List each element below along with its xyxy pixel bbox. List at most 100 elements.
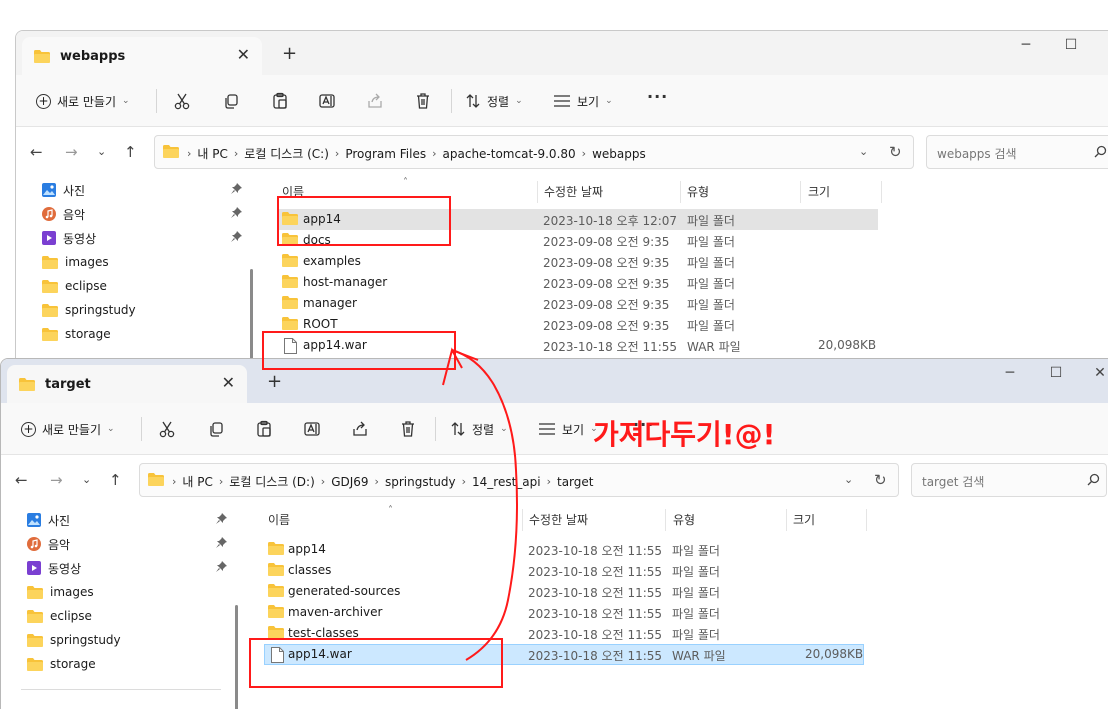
table-row[interactable]: test-classes 2023-10-18 오전 11:55 파일 폴더 — [264, 623, 864, 644]
minimize-button[interactable]: ─ — [995, 365, 1025, 381]
recent-locations-chevron-icon[interactable]: ⌄ — [82, 473, 91, 486]
search-box[interactable]: target 검색 — [911, 463, 1107, 497]
paste-icon[interactable] — [253, 418, 275, 440]
table-row[interactable]: maven-archiver 2023-10-18 오전 11:55 파일 폴더 — [264, 602, 864, 623]
sidebar-item-videos[interactable]: 동영상 — [27, 557, 227, 579]
column-header-size[interactable]: 크기 — [793, 511, 815, 528]
table-row[interactable]: generated-sources 2023-10-18 오전 11:55 파일… — [264, 581, 864, 602]
sidebar-item-music[interactable]: 음악 — [27, 533, 227, 555]
table-row[interactable]: host-manager 2023-09-08 오전 9:35 파일 폴더 — [278, 272, 878, 293]
maximize-button[interactable]: ☐ — [1056, 37, 1086, 53]
delete-icon[interactable] — [397, 418, 419, 440]
close-tab-icon[interactable]: ✕ — [237, 45, 250, 64]
refresh-icon[interactable]: ↻ — [874, 471, 887, 489]
column-header-date[interactable]: 수정한 날짜 — [529, 511, 588, 528]
table-row[interactable]: app14 2023-10-18 오후 12:07 파일 폴더 — [278, 209, 878, 230]
share-icon[interactable] — [349, 418, 371, 440]
cut-icon[interactable] — [156, 418, 178, 440]
table-row[interactable]: ROOT 2023-09-08 오전 9:35 파일 폴더 — [278, 314, 878, 335]
sidebar-item-eclipse[interactable]: eclipse — [27, 605, 227, 627]
breadcrumb-item[interactable]: 14_rest_api — [472, 475, 541, 489]
sidebar-item-storage[interactable]: storage — [42, 323, 242, 345]
column-header-date[interactable]: 수정한 날짜 — [544, 183, 603, 200]
forward-arrow-icon[interactable]: → — [50, 471, 63, 489]
tab-target[interactable]: target ✕ — [7, 365, 247, 403]
sort-button[interactable]: 정렬 ⌄ — [465, 89, 523, 113]
table-row[interactable]: docs 2023-09-08 오전 9:35 파일 폴더 — [278, 230, 878, 251]
sidebar-item-photos[interactable]: 사진 — [27, 509, 227, 531]
view-button[interactable]: 보기 ⌄ — [538, 417, 598, 441]
rename-icon[interactable] — [316, 90, 338, 112]
new-tab-button[interactable]: + — [282, 43, 297, 64]
sidebar-item-images[interactable]: images — [27, 581, 227, 603]
breadcrumb-item[interactable]: target — [557, 475, 594, 489]
view-button[interactable]: 보기 ⌄ — [553, 89, 613, 113]
column-header-name[interactable]: 이름 — [268, 511, 290, 528]
sidebar-item-springstudy[interactable]: springstudy — [27, 629, 227, 651]
address-history-chevron-icon[interactable]: ⌄ — [844, 473, 853, 486]
sidebar-item-music[interactable]: 음악 — [42, 203, 242, 225]
file-date: 2023-10-18 오후 12:07 — [543, 214, 678, 228]
column-header-size[interactable]: 크기 — [808, 183, 830, 200]
recent-locations-chevron-icon[interactable]: ⌄ — [97, 145, 106, 158]
breadcrumb-item[interactable]: GDJ69 — [331, 475, 368, 489]
file-name: app14.war — [303, 338, 367, 352]
column-header-type[interactable]: 유형 — [687, 183, 709, 200]
breadcrumb-item[interactable]: 내 PC — [197, 145, 227, 162]
sidebar-item-storage[interactable]: storage — [27, 653, 227, 675]
breadcrumb-item[interactable]: 로컬 디스크 (D:) — [229, 473, 314, 490]
close-window-button[interactable]: ✕ — [1085, 365, 1108, 381]
address-history-chevron-icon[interactable]: ⌄ — [859, 145, 868, 158]
sidebar-item-images[interactable]: images — [42, 251, 242, 273]
file-type: 파일 폴더 — [687, 214, 735, 228]
new-button[interactable]: + 새로 만들기 ⌄ — [36, 89, 130, 113]
table-row[interactable]: examples 2023-09-08 오전 9:35 파일 폴더 — [278, 251, 878, 272]
paste-icon[interactable] — [269, 90, 291, 112]
breadcrumb-item[interactable]: apache-tomcat-9.0.80 — [443, 147, 576, 161]
cut-icon[interactable] — [171, 90, 193, 112]
new-button[interactable]: + 새로 만들기 ⌄ — [21, 417, 115, 441]
back-arrow-icon[interactable]: ← — [30, 143, 43, 161]
column-header-type[interactable]: 유형 — [673, 511, 695, 528]
sidebar-item-label: 동영상 — [48, 561, 82, 576]
forward-arrow-icon[interactable]: → — [65, 143, 78, 161]
address-bar[interactable]: › 내 PC › 로컬 디스크 (C:) › Program Files › a… — [154, 135, 914, 169]
back-arrow-icon[interactable]: ← — [15, 471, 28, 489]
search-box[interactable]: webapps 검색 — [926, 135, 1108, 169]
sidebar-item-eclipse[interactable]: eclipse — [42, 275, 242, 297]
up-arrow-icon[interactable]: ↑ — [124, 143, 137, 161]
table-row[interactable]: classes 2023-10-18 오전 11:55 파일 폴더 — [264, 560, 864, 581]
breadcrumb-item[interactable]: Program Files — [345, 147, 426, 161]
table-row[interactable]: app14.war 2023-10-18 오전 11:55 WAR 파일 20,… — [278, 335, 878, 356]
file-type: 파일 폴더 — [672, 586, 720, 600]
sidebar-scrollbar[interactable] — [250, 269, 253, 359]
sidebar-item-springstudy[interactable]: springstudy — [42, 299, 242, 321]
table-row[interactable]: app14.war 2023-10-18 오전 11:55 WAR 파일 20,… — [264, 644, 864, 665]
close-tab-icon[interactable]: ✕ — [222, 373, 235, 392]
copy-icon[interactable] — [220, 90, 242, 112]
folder-icon — [19, 378, 35, 391]
share-icon[interactable] — [364, 90, 386, 112]
rename-icon[interactable] — [301, 418, 323, 440]
table-row[interactable]: manager 2023-09-08 오전 9:35 파일 폴더 — [278, 293, 878, 314]
breadcrumb-item[interactable]: 내 PC — [182, 473, 212, 490]
copy-icon[interactable] — [205, 418, 227, 440]
up-arrow-icon[interactable]: ↑ — [109, 471, 122, 489]
breadcrumb-item[interactable]: 로컬 디스크 (C:) — [244, 145, 329, 162]
minimize-button[interactable]: ─ — [1011, 37, 1041, 53]
delete-icon[interactable] — [412, 90, 434, 112]
tab-webapps[interactable]: webapps ✕ — [22, 37, 262, 75]
new-tab-button[interactable]: + — [267, 371, 282, 392]
sidebar-item-label: images — [65, 255, 109, 269]
sidebar-item-videos[interactable]: 동영상 — [42, 227, 242, 249]
sort-button[interactable]: 정렬 ⌄ — [450, 417, 508, 441]
refresh-icon[interactable]: ↻ — [889, 143, 902, 161]
address-bar[interactable]: › 내 PC › 로컬 디스크 (D:) › GDJ69 › springstu… — [139, 463, 899, 497]
more-options-button[interactable]: ··· — [647, 87, 668, 106]
table-row[interactable]: app14 2023-10-18 오전 11:55 파일 폴더 — [264, 539, 864, 560]
column-header-name[interactable]: 이름 — [282, 183, 304, 200]
sidebar-item-photos[interactable]: 사진 — [42, 179, 242, 201]
maximize-button[interactable]: ☐ — [1041, 365, 1071, 381]
breadcrumb-item[interactable]: springstudy — [385, 475, 456, 489]
breadcrumb-item[interactable]: webapps — [592, 147, 646, 161]
